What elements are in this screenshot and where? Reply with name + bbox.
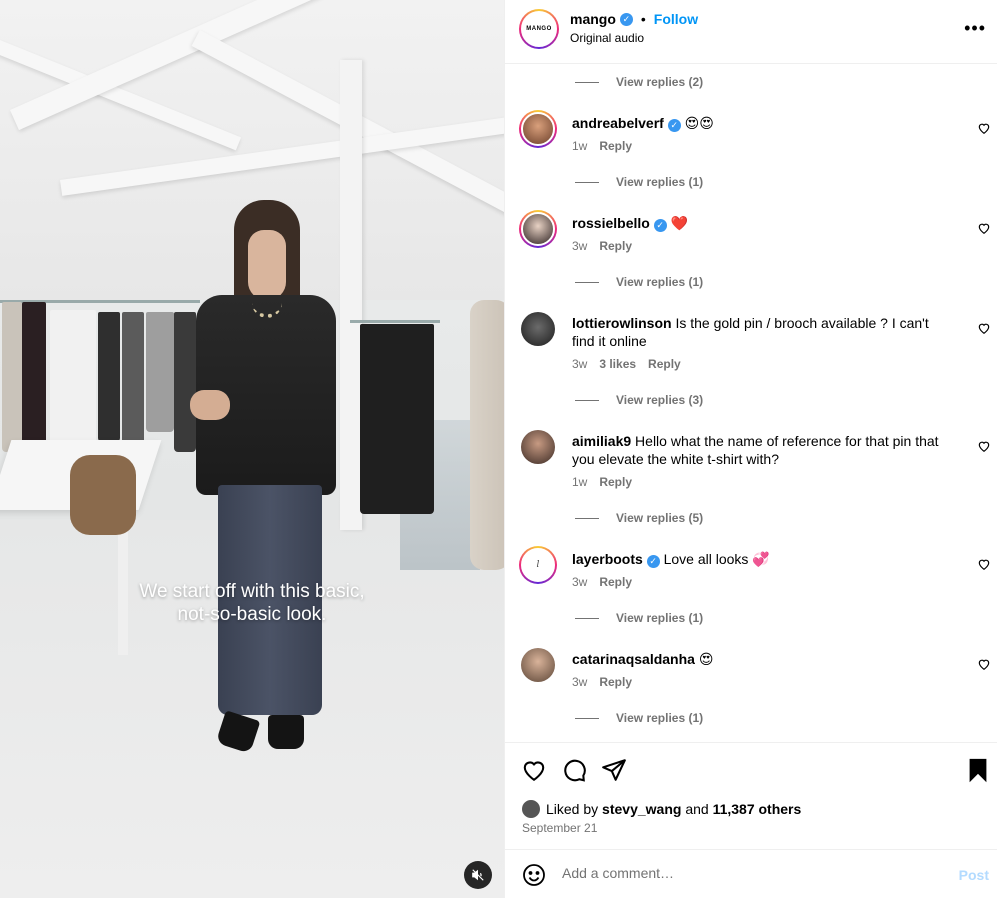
like-heart-icon[interactable] — [521, 757, 547, 783]
video-caption: We start off with this basic, not-so-bas… — [139, 581, 365, 625]
garment — [360, 324, 434, 514]
fur-chair — [70, 455, 136, 535]
commenter-avatar[interactable] — [519, 428, 557, 466]
comment-username[interactable]: andreabelverf — [572, 115, 664, 131]
comment-meta: 3w Reply — [572, 239, 632, 253]
liker-avatar — [521, 799, 541, 819]
comment-time[interactable]: 3w — [572, 357, 587, 371]
verified-badge-icon: ✓ — [619, 12, 633, 26]
comment-time[interactable]: 1w — [572, 475, 587, 489]
verified-badge-icon: ✓ — [646, 554, 660, 568]
garment — [122, 312, 144, 452]
likes-others-count[interactable]: 11,387 others — [713, 801, 802, 817]
likes-summary[interactable]: Liked by stevy_wang and 11,387 others — [521, 799, 801, 819]
comments-list[interactable]: View replies (2) andreabelverf ✓ 😍😍 1w R… — [505, 64, 997, 742]
comment-body: aimiliak9 Hello what the name of referen… — [572, 432, 952, 468]
comment-meta: 3w Reply — [572, 575, 632, 589]
comment-username[interactable]: rossielbello — [572, 215, 650, 231]
comment-username[interactable]: lottierowlinson — [572, 315, 672, 331]
mute-toggle-button[interactable] — [464, 861, 492, 889]
commenter-avatar[interactable] — [519, 210, 557, 248]
emoji-picker-icon[interactable] — [522, 863, 546, 887]
reply-button[interactable]: Reply — [648, 357, 681, 371]
comment-body: catarinaqsaldanha 😍 — [572, 650, 952, 668]
like-comment-heart-icon[interactable] — [977, 321, 991, 335]
reply-button[interactable]: Reply — [599, 675, 632, 689]
verified-badge-icon: ✓ — [653, 218, 667, 232]
verified-badge-icon: ✓ — [667, 118, 681, 132]
commenter-avatar[interactable] — [519, 110, 557, 148]
post-side-panel: MANGO mango ✓ • Follow Original audio ••… — [504, 0, 997, 898]
comment-time[interactable]: 1w — [572, 139, 587, 153]
garment — [146, 312, 174, 432]
post-header: MANGO mango ✓ • Follow Original audio ••… — [505, 0, 997, 64]
add-comment-bar: Add a comment… Post — [505, 849, 997, 898]
author-avatar[interactable]: MANGO — [519, 9, 559, 49]
reply-button[interactable]: Reply — [599, 475, 632, 489]
like-comment-heart-icon[interactable] — [977, 557, 991, 571]
comment-meta: 3w 3 likes Reply — [572, 357, 681, 371]
share-send-icon[interactable] — [601, 757, 627, 783]
comment-meta: 3w Reply — [572, 675, 632, 689]
view-replies-button[interactable]: View replies (1) — [575, 711, 703, 725]
comment-meta: 1w Reply — [572, 475, 632, 489]
speaker-muted-icon — [472, 869, 484, 881]
comment-body: lottierowlinson Is the gold pin / brooch… — [572, 314, 952, 350]
post-date[interactable]: September 21 — [522, 821, 597, 835]
comment-body: rossielbello ✓ ❤️ — [572, 214, 952, 232]
comment-likes-count[interactable]: 3 likes — [599, 357, 636, 371]
follow-button[interactable]: Follow — [654, 11, 698, 27]
comment-time[interactable]: 3w — [572, 239, 587, 253]
garment — [98, 312, 120, 442]
like-comment-heart-icon[interactable] — [977, 221, 991, 235]
pillar — [340, 60, 362, 530]
post-comment-button[interactable]: Post — [959, 867, 989, 883]
comment-username[interactable]: layerboots — [572, 551, 643, 567]
comment-username[interactable]: catarinaqsaldanha — [572, 651, 695, 667]
view-replies-button[interactable]: View replies (1) — [575, 175, 703, 189]
comment-time[interactable]: 3w — [572, 575, 587, 589]
like-comment-heart-icon[interactable] — [977, 657, 991, 671]
author-username[interactable]: mango — [570, 11, 616, 27]
garment — [2, 302, 22, 452]
clothing-rack — [350, 320, 440, 323]
comment-meta: 1w Reply — [572, 139, 632, 153]
background-person — [50, 310, 96, 450]
save-bookmark-icon[interactable] — [965, 757, 991, 783]
comment-input[interactable]: Add a comment… — [562, 865, 902, 881]
commenter-avatar[interactable]: l — [519, 546, 557, 584]
garment — [22, 302, 46, 462]
separator-dot: • — [640, 11, 646, 27]
reply-button[interactable]: Reply — [599, 139, 632, 153]
like-comment-heart-icon[interactable] — [977, 439, 991, 453]
comment-body: layerboots ✓ Love all looks 💞 — [572, 550, 952, 568]
view-replies-button[interactable]: View replies (2) — [575, 75, 703, 89]
comment-bubble-icon[interactable] — [561, 757, 587, 783]
comment-text: Love all looks 💞 — [663, 551, 770, 567]
comment-body: andreabelverf ✓ 😍😍 — [572, 114, 952, 132]
view-replies-button[interactable]: View replies (1) — [575, 275, 703, 289]
reply-button[interactable]: Reply — [599, 575, 632, 589]
post-video[interactable]: We start off with this basic, not-so-bas… — [0, 0, 504, 898]
model — [190, 200, 340, 760]
reply-button[interactable]: Reply — [599, 239, 632, 253]
fur-coat — [470, 300, 504, 570]
comment-text: 😍 — [698, 651, 714, 667]
author-line: mango ✓ • Follow — [570, 11, 698, 27]
commenter-avatar[interactable] — [519, 646, 557, 684]
like-comment-heart-icon[interactable] — [977, 121, 991, 135]
comment-text: ❤️ — [670, 215, 689, 231]
view-replies-button[interactable]: View replies (5) — [575, 511, 703, 525]
instagram-post-view: We start off with this basic, not-so-bas… — [0, 0, 997, 898]
view-replies-button[interactable]: View replies (1) — [575, 611, 703, 625]
more-options-icon[interactable]: ••• — [964, 18, 986, 39]
comment-time[interactable]: 3w — [572, 675, 587, 689]
comment-username[interactable]: aimiliak9 — [572, 433, 631, 449]
audio-link[interactable]: Original audio — [570, 31, 644, 45]
commenter-avatar[interactable] — [519, 310, 557, 348]
view-replies-button[interactable]: View replies (3) — [575, 393, 703, 407]
post-actions: Liked by stevy_wang and 11,387 others Se… — [505, 742, 997, 849]
liker-username[interactable]: stevy_wang — [602, 801, 681, 817]
comment-text: 😍😍 — [684, 115, 714, 131]
